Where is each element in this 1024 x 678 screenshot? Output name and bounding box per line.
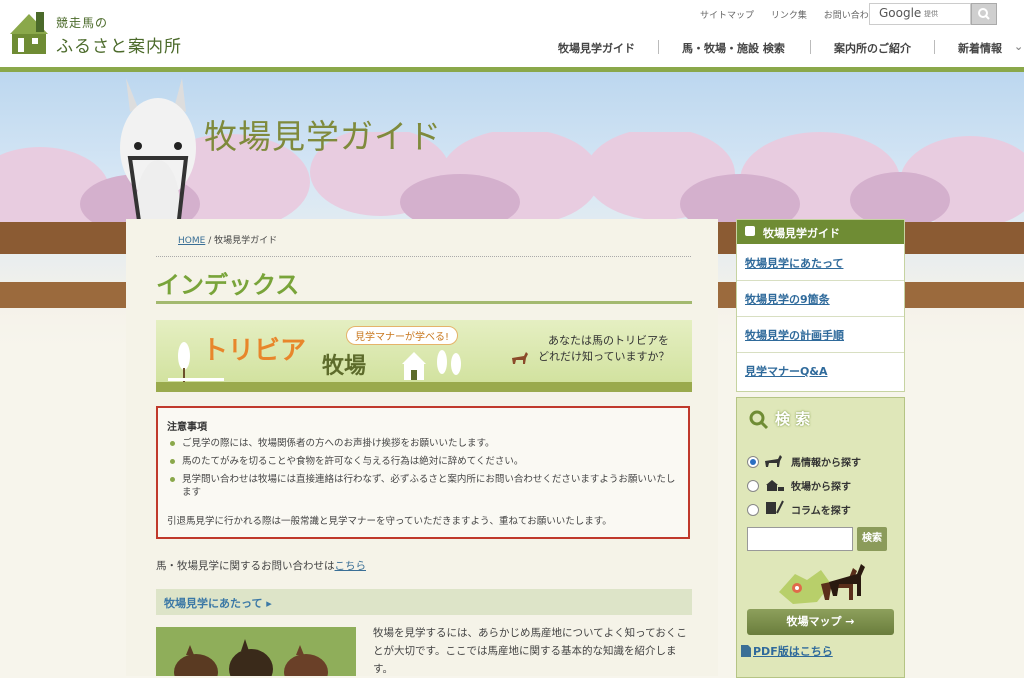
horses-photo	[156, 627, 356, 676]
horse-icon	[765, 455, 782, 467]
barn-icon	[402, 350, 461, 380]
section-heading-link[interactable]: 牧場見学にあたって ▸	[156, 589, 692, 615]
guide-menu-title: 牧場見学ガイド	[763, 227, 840, 240]
nav-item-guide[interactable]: 牧場見学ガイド	[558, 40, 635, 56]
breadcrumb-separator: /	[208, 236, 212, 246]
divider	[737, 316, 904, 317]
guide-menu-header: 牧場見学ガイド	[737, 220, 904, 244]
logo-title[interactable]: ふるさと案内所	[56, 32, 182, 57]
farm-icon	[766, 480, 784, 491]
nav-item-news[interactable]: 新着情報	[958, 40, 1002, 56]
trivia-ground-strip	[156, 382, 692, 392]
search-icon	[978, 8, 990, 20]
horse-icon	[512, 352, 528, 364]
google-label: Google	[879, 6, 922, 20]
nav-divider	[934, 40, 935, 54]
breadcrumb: HOME / 牧場見学ガイド	[178, 233, 277, 246]
pen-icon	[766, 500, 784, 514]
keyword-search-button[interactable]: 検索	[857, 527, 887, 551]
trivia-logo: トリビア	[202, 336, 307, 366]
logo-subtitle: 競走馬の	[56, 16, 109, 30]
pdf-link[interactable]: PDF版はこちら	[753, 643, 833, 659]
search-panel-title: 検 索	[775, 410, 811, 428]
trivia-farm-banner[interactable]: トリビア 牧場 見学マナーが学べる! あなたは馬のトリビアを どれだけ知っていま…	[156, 320, 692, 392]
guide-item-rules[interactable]: 牧場見学の9箇条	[745, 291, 830, 307]
breadcrumb-current: 牧場見学ガイド	[214, 236, 278, 246]
intro-paragraph: 牧場を見学するには、あらかじめ馬産地についてよく知っておくことが大切です。ここで…	[373, 627, 687, 675]
guide-item-prep[interactable]: 牧場見学にあたって	[745, 255, 843, 271]
title-underline	[156, 301, 692, 304]
guide-item-qa[interactable]: 見学マナーQ&A	[745, 363, 827, 379]
google-search-input[interactable]: Google 提供	[869, 3, 971, 25]
main-content: HOME / 牧場見学ガイド インデックス トリビア 牧場 見学マナーが学べる!…	[126, 219, 718, 676]
radio-farm[interactable]	[747, 480, 759, 492]
radio-farm-label[interactable]: 牧場から探す	[791, 478, 851, 493]
notice-footer: 引退馬見学に行かれる際は一般常識と見学マナーを守っていただきますよう、重ねてお願…	[167, 516, 612, 527]
trivia-tagline: 見学マナーが学べる!	[346, 326, 459, 345]
breadcrumb-divider	[156, 256, 691, 257]
site-header: 競走馬の ふるさと案内所 サイトマップ リンク集 お問い合わせ Google 提…	[0, 0, 1024, 68]
chevron-down-icon[interactable]: ⌄	[1014, 40, 1023, 53]
guide-menu: 牧場見学ガイド 牧場見学にあたって 牧場見学の9箇条 牧場見学の計画手順 見学マ…	[736, 219, 905, 392]
section-heading-label: 牧場見学にあたって ▸	[164, 597, 272, 610]
page-title: インデックス	[156, 271, 300, 299]
trivia-logo-farm: 牧場	[322, 354, 367, 379]
notice-item: ご見学の際には、牧場関係者の方へのお声掛け挨拶をお願いいたします。	[168, 437, 680, 450]
farm-map-button[interactable]: 牧場マップ →	[747, 609, 894, 635]
contact-text: 馬・牧場見学に関するお問い合わせは	[156, 560, 335, 572]
contact-link[interactable]: こちら	[335, 560, 367, 572]
hokkaido-map-image[interactable]	[773, 562, 873, 608]
nav-item-search[interactable]: 馬・牧場・施設 検索	[682, 40, 785, 56]
notice-item: 馬のたてがみを切ることや食物を許可なく与える行為は絶対に辞めてください。	[168, 455, 680, 468]
radio-column-label[interactable]: コラムを探す	[791, 502, 851, 517]
search-panel: 検 索 馬情報から探す 牧場から探す コラムを探す 検索 牧場マップ → PDF…	[736, 397, 905, 678]
radio-horse[interactable]	[747, 456, 759, 468]
notice-item: 見学問い合わせは牧場には直接連絡は行わなず、必ずふるさと案内所にお問い合わせくだ…	[168, 473, 680, 499]
notice-list: ご見学の際には、牧場関係者の方へのお声掛け挨拶をお願いいたします。 馬のたてがみ…	[168, 437, 680, 504]
notice-title: 注意事項	[167, 422, 207, 433]
logo-icon[interactable]	[10, 10, 48, 56]
magnifier-icon	[749, 410, 769, 430]
breadcrumb-home-link[interactable]: HOME	[178, 236, 205, 246]
util-link-sitemap[interactable]: サイトマップ	[700, 11, 754, 21]
trivia-question-line1: あなたは馬のトリビアを	[548, 334, 669, 347]
nav-divider	[810, 40, 811, 54]
divider	[737, 280, 904, 281]
keyword-input[interactable]	[747, 527, 853, 551]
square-bullet-icon	[745, 226, 755, 236]
divider	[737, 352, 904, 353]
search-button[interactable]	[971, 3, 997, 25]
util-link-links[interactable]: リンク集	[771, 11, 807, 21]
utility-links: サイトマップ リンク集 お問い合わせ	[700, 8, 892, 21]
guide-item-plan[interactable]: 牧場見学の計画手順	[745, 327, 844, 343]
nav-divider	[658, 40, 659, 54]
banner-title: 牧場見学ガイド	[204, 117, 442, 156]
google-provided-label: 提供	[924, 10, 938, 18]
notice-box: 注意事項 ご見学の際には、牧場関係者の方へのお声掛け挨拶をお願いいたします。 馬…	[156, 406, 690, 539]
radio-horse-label[interactable]: 馬情報から探す	[791, 454, 861, 469]
pdf-icon	[741, 645, 751, 657]
radio-column[interactable]	[747, 504, 759, 516]
contact-line: 馬・牧場見学に関するお問い合わせはこちら	[156, 558, 366, 573]
trivia-question-line2: どれだけ知っていますか？	[538, 350, 670, 363]
nav-item-about[interactable]: 案内所のご紹介	[834, 40, 911, 56]
